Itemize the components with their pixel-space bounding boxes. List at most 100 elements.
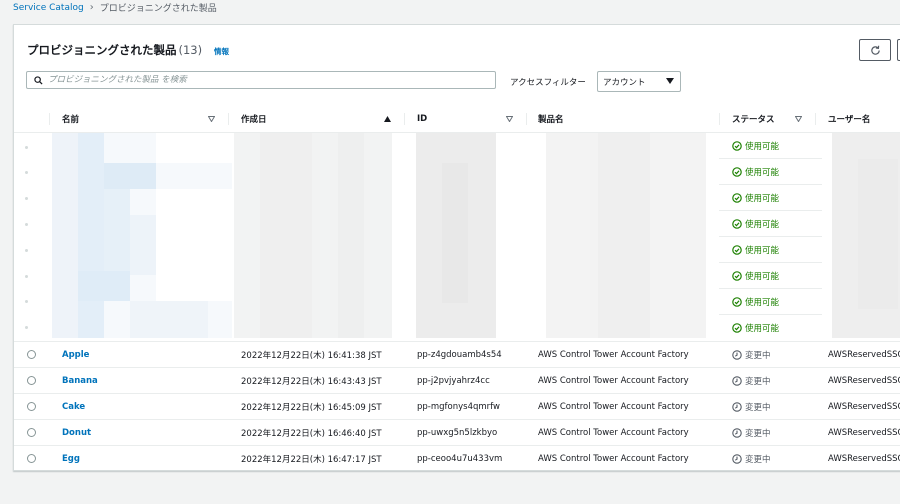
status-available: 使用可能 — [719, 185, 822, 211]
product-count: (13) — [178, 43, 203, 57]
username: AWSReservedSSO — [828, 427, 900, 438]
status-text: 変更中 — [745, 454, 771, 465]
status-available: 使用可能 — [719, 263, 822, 289]
check-circle-icon — [732, 244, 742, 255]
check-circle-icon — [732, 218, 742, 229]
status-text: 使用可能 — [745, 141, 780, 152]
provisioned-product-id: pp-z4gdouamb4s54 — [417, 349, 502, 360]
sort-down-icon[interactable] — [506, 116, 513, 122]
clock-icon — [732, 401, 742, 412]
clock-icon — [732, 349, 742, 360]
table-row[interactable]: Donut 2022年12月22日(木) 16:46:40 JST pp-uwx… — [14, 419, 900, 445]
column-header-status[interactable]: ステータス — [732, 105, 775, 132]
status-under-change: 変更中 — [732, 394, 771, 419]
table-row[interactable]: Apple 2022年12月22日(木) 16:41:38 JST pp-z4g… — [14, 341, 900, 367]
redacted-rows: 使用可能 使用可能 使用可能 使用可能 使用可能 使用可能 使用可能 使用可能 — [14, 133, 900, 338]
row-radio[interactable] — [27, 428, 36, 437]
product-name: AWS Control Tower Account Factory — [538, 375, 689, 386]
created-date: 2022年12月22日(木) 16:45:09 JST — [241, 402, 382, 413]
table-row[interactable]: Cake 2022年12月22日(木) 16:45:09 JST pp-mgfo… — [14, 393, 900, 419]
product-name: AWS Control Tower Account Factory — [538, 453, 689, 464]
provisioned-products-panel: プロビジョニングされた製品(13) 情報 アクセスフィルター アカウント 名前 … — [13, 24, 900, 471]
status-under-change: 変更中 — [732, 446, 771, 471]
product-name-link[interactable]: Cake — [62, 394, 85, 419]
column-header-id[interactable]: ID — [417, 105, 427, 132]
status-text: 使用可能 — [745, 167, 780, 178]
status-text: 使用可能 — [745, 297, 780, 308]
panel-title-text: プロビジョニングされた製品 — [27, 43, 177, 57]
product-name: AWS Control Tower Account Factory — [538, 401, 689, 412]
product-name: AWS Control Tower Account Factory — [538, 349, 689, 360]
provisioned-product-id: pp-uwxg5n5lzkbyo — [417, 427, 498, 438]
created-date: 2022年12月22日(木) 16:43:43 JST — [241, 376, 382, 387]
status-text: 変更中 — [745, 350, 771, 361]
status-text: 変更中 — [745, 428, 771, 439]
row-radio[interactable] — [27, 402, 36, 411]
provisioned-product-id: pp-mgfonys4qmrfw — [417, 401, 500, 412]
product-name-link[interactable]: Donut — [62, 420, 91, 445]
search-input[interactable] — [48, 75, 468, 85]
username: AWSReservedSSO — [828, 375, 900, 386]
status-text: 変更中 — [745, 402, 771, 413]
sort-down-icon[interactable] — [208, 116, 215, 122]
breadcrumb-current: プロビジョニングされた製品 — [99, 4, 217, 14]
breadcrumb-service-catalog-link[interactable]: Service Catalog — [13, 3, 84, 13]
row-radio[interactable] — [27, 350, 36, 359]
status-text: 変更中 — [745, 376, 771, 387]
access-filter-label: アクセスフィルター — [510, 78, 586, 88]
check-circle-icon — [732, 140, 742, 151]
clock-icon — [732, 453, 742, 464]
created-date: 2022年12月22日(木) 16:46:40 JST — [241, 428, 382, 439]
status-under-change: 変更中 — [732, 342, 771, 367]
created-date: 2022年12月22日(木) 16:47:17 JST — [241, 454, 382, 465]
status-available: 使用可能 — [719, 289, 822, 315]
clock-icon — [732, 375, 742, 386]
search-box — [26, 71, 496, 89]
column-header-name[interactable]: 名前 — [62, 105, 79, 132]
refresh-button[interactable] — [859, 39, 891, 61]
check-circle-icon — [732, 322, 742, 333]
status-under-change: 変更中 — [732, 420, 771, 445]
status-text: 使用可能 — [745, 219, 780, 230]
access-filter-value: アカウント — [603, 77, 646, 88]
refresh-icon — [870, 45, 880, 55]
product-name-link[interactable]: Egg — [62, 446, 80, 471]
table-row[interactable]: Egg 2022年12月22日(木) 16:47:17 JST pp-ceoo4… — [14, 445, 900, 471]
breadcrumb: Service Catalog › プロビジョニングされた製品 — [13, 1, 217, 14]
sort-up-icon[interactable] — [384, 116, 391, 122]
info-link[interactable]: 情報 — [214, 46, 229, 57]
column-header-product[interactable]: 製品名 — [538, 105, 564, 132]
search-icon — [34, 75, 43, 85]
status-available: 使用可能 — [719, 133, 822, 159]
created-date: 2022年12月22日(木) 16:41:38 JST — [241, 350, 382, 361]
chevron-right-icon: › — [89, 2, 94, 13]
status-available: 使用可能 — [719, 237, 822, 263]
column-header-created[interactable]: 作成日 — [241, 105, 267, 132]
row-radio[interactable] — [27, 454, 36, 463]
check-circle-icon — [732, 166, 742, 177]
product-name: AWS Control Tower Account Factory — [538, 427, 689, 438]
status-text: 使用可能 — [745, 323, 780, 334]
access-filter-select[interactable]: アカウント — [597, 71, 681, 92]
check-circle-icon — [732, 270, 742, 281]
sort-down-icon[interactable] — [795, 116, 802, 122]
panel-title: プロビジョニングされた製品 (13) — [27, 42, 202, 58]
product-name-link[interactable]: Banana — [62, 368, 98, 393]
status-text: 使用可能 — [745, 193, 780, 204]
provisioned-product-id: pp-j2pvjyahrz4cc — [417, 375, 490, 386]
column-header-username[interactable]: ユーザー名 — [828, 105, 870, 132]
username: AWSReservedSSO — [828, 349, 900, 360]
row-radio[interactable] — [27, 376, 36, 385]
clock-icon — [732, 427, 742, 438]
status-under-change: 変更中 — [732, 368, 771, 393]
status-available: 使用可能 — [719, 211, 822, 237]
product-name-link[interactable]: Apple — [62, 342, 89, 367]
check-circle-icon — [732, 192, 742, 203]
username: AWSReservedSSO — [828, 401, 900, 412]
status-text: 使用可能 — [745, 271, 780, 282]
check-circle-icon — [732, 296, 742, 307]
table-row[interactable]: Banana 2022年12月22日(木) 16:43:43 JST pp-j2… — [14, 367, 900, 393]
status-available: 使用可能 — [719, 159, 822, 185]
status-text: 使用可能 — [745, 245, 780, 256]
provisioned-product-id: pp-ceoo4u7u433vm — [417, 453, 503, 464]
